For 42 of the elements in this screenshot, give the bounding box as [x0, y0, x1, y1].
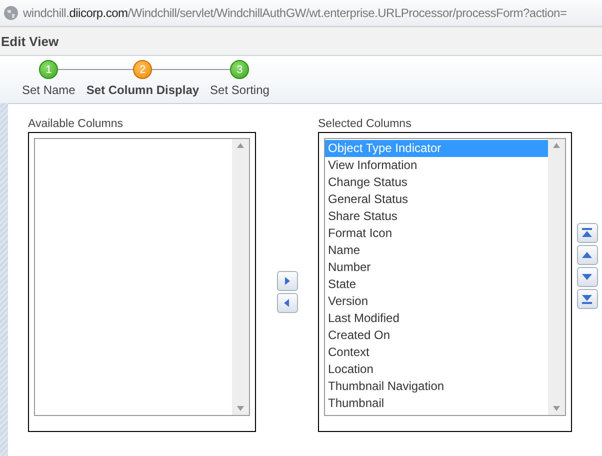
window-title: Edit View: [0, 34, 59, 48]
scrollbar[interactable]: [548, 139, 565, 415]
list-item[interactable]: Location: [325, 361, 548, 378]
list-item[interactable]: Share Status: [325, 208, 548, 225]
list-item[interactable]: Thumbnail: [325, 395, 548, 412]
list-item[interactable]: Change Status: [325, 174, 548, 191]
list-item[interactable]: Context: [325, 344, 548, 361]
step-label[interactable]: Set Name: [22, 83, 76, 97]
move-down-button[interactable]: [576, 267, 598, 287]
step-label[interactable]: Set Sorting: [210, 83, 270, 97]
move-top-icon: [581, 227, 593, 239]
list-item[interactable]: Last Modified: [325, 310, 548, 327]
remove-button[interactable]: [276, 293, 298, 313]
list-item[interactable]: Name: [325, 242, 548, 259]
scroll-down-icon: [553, 406, 560, 411]
list-item[interactable]: Created On: [325, 327, 548, 344]
list-label: Available Columns: [28, 118, 124, 132]
list-item[interactable]: View Information: [325, 157, 548, 174]
address-bar[interactable]: windchill.diicorp.com/Windchill/servlet/WindchillAuthGW/wt.enterprise.URLProcessor/processForm?action=: [0, 0, 602, 27]
step-number: 2: [133, 60, 152, 79]
url-text: windchill.diicorp.com/Windchill/servlet/WindchillAuthGW/wt.enterprise.URLProcessor/processForm?action=: [23, 6, 567, 20]
list-item[interactable]: Number: [325, 259, 548, 276]
step-label[interactable]: Set Column Display: [86, 83, 200, 97]
move-bottom-button[interactable]: [576, 289, 598, 309]
scroll-up-icon: [237, 143, 244, 148]
scroll-up-icon: [553, 143, 560, 148]
scrollbar[interactable]: [232, 139, 249, 415]
list-item[interactable]: General Status: [325, 191, 548, 208]
move-top-button[interactable]: [576, 223, 598, 243]
add-button[interactable]: [276, 271, 298, 291]
list-label: Selected Columns: [318, 118, 412, 132]
move-bottom-icon: [581, 293, 593, 305]
list-item[interactable]: Version: [325, 293, 548, 310]
list-item[interactable]: Thumbnail Navigation: [325, 378, 548, 395]
scroll-down-icon: [237, 406, 244, 411]
globe-icon: [3, 5, 19, 21]
selected-columns-list[interactable]: Object Type Indicator View Information Change Status General Status Share Status Format Icon Name Number State Version Last Modified Created On Context Location Thumbnail Navigation Thumbnail: [324, 138, 566, 416]
list-item[interactable]: Format Icon: [325, 225, 548, 242]
list-item[interactable]: State: [325, 276, 548, 293]
move-up-button[interactable]: [576, 245, 598, 265]
step-number: 1: [39, 60, 58, 79]
step-number: 3: [230, 60, 250, 79]
